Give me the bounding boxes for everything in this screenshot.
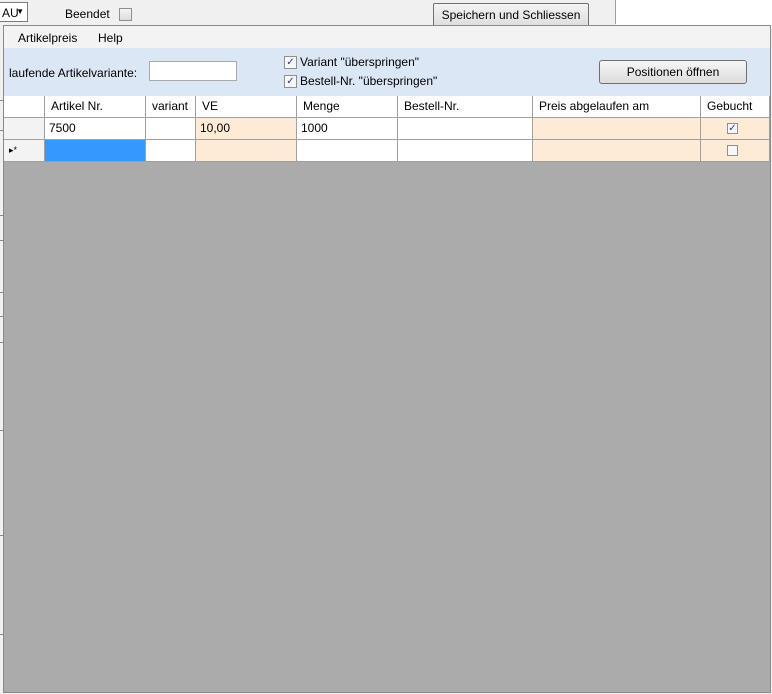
save-and-close-button[interactable]: Speichern und Schliessen [433,3,589,27]
row-header[interactable] [4,118,45,140]
col-header-artikel-nr[interactable]: Artikel Nr. [45,96,146,118]
menu-artikelpreis[interactable]: Artikelpreis [18,31,77,45]
cell-ve[interactable]: 10,00 [196,118,297,140]
cell-bestell-nr[interactable] [398,140,533,162]
col-header-menge[interactable]: Menge [297,96,398,118]
beendet-checkbox[interactable] [119,8,132,21]
col-header-preis-abgelaufen[interactable]: Preis abgelaufen am [533,96,701,118]
cell-gebucht[interactable] [701,140,770,162]
col-header-variant[interactable]: variant [146,96,196,118]
checkmark-icon: ✓ [728,123,737,134]
divider [615,0,616,24]
menu-bar: Artikelpreis Help [4,26,770,48]
checkmark-icon: ✓ [286,57,295,68]
col-header-bestell-nr[interactable]: Bestell-Nr. [398,96,533,118]
gebucht-checkbox[interactable] [727,145,738,156]
menu-help[interactable]: Help [98,31,123,45]
chevron-down-icon: ▼ [16,7,24,16]
beendet-label: Beendet [65,7,110,21]
status-combo[interactable]: AU ▼ [0,2,28,22]
cell-artikel-nr-selected[interactable] [45,140,146,162]
checkmark-icon: ✓ [286,76,295,87]
col-header-ve[interactable]: VE [196,96,297,118]
new-row-indicator[interactable]: ▸* [4,140,45,162]
cell-bestell-nr[interactable] [398,118,533,140]
laufende-artikelvariante-label: laufende Artikelvariante: [9,66,138,80]
filter-panel: laufende Artikelvariante: ✓ Variant "übe… [4,48,770,97]
cell-variant[interactable] [146,118,196,140]
variant-skip-label: Variant "überspringen" [300,55,420,69]
bestell-skip-checkbox[interactable]: ✓ [284,75,297,88]
outer-toolbar: AU ▼ Beendet Speichern und Schliessen [0,0,772,27]
cell-artikel-nr[interactable]: 7500 [45,118,146,140]
cell-preis-abgelaufen[interactable] [533,118,701,140]
gebucht-checkbox[interactable]: ✓ [727,123,738,134]
cell-menge[interactable]: 1000 [297,118,398,140]
positionen-oeffnen-button[interactable]: Positionen öffnen [599,60,747,84]
grid-corner [4,96,45,118]
cell-ve[interactable] [196,140,297,162]
article-variant-window: Artikelpreis Help laufende Artikelvarian… [3,25,771,693]
cell-menge[interactable] [297,140,398,162]
cell-preis-abgelaufen[interactable] [533,140,701,162]
variant-skip-checkbox[interactable]: ✓ [284,56,297,69]
col-header-gebucht[interactable]: Gebucht [701,96,770,118]
laufende-artikelvariante-input[interactable] [149,61,237,81]
cell-gebucht[interactable]: ✓ [701,118,770,140]
cell-variant[interactable] [146,140,196,162]
bestell-skip-label: Bestell-Nr. "überspringen" [300,74,438,88]
